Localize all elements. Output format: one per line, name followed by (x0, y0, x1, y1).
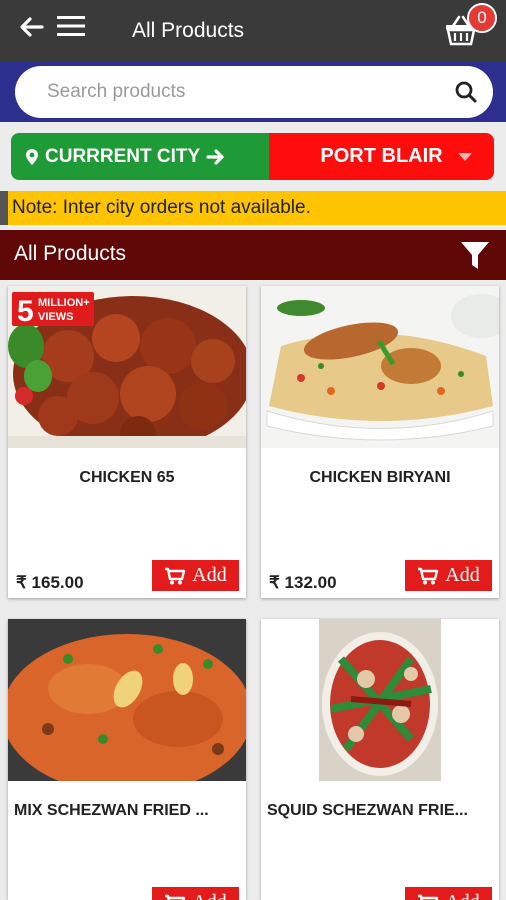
add-to-cart-button[interactable]: Add (405, 560, 492, 591)
notice-banner: Note: Inter city orders not available. (0, 191, 506, 225)
page-title: All Products (132, 19, 245, 42)
add-to-cart-button[interactable]: Add (152, 560, 239, 591)
city-selector: CURRRENT CITY PORT BLAIR (11, 133, 494, 180)
current-city-label: CURRRENT CITY (11, 133, 269, 180)
product-card[interactable]: MIX SCHEZWAN FRIED ... Add (8, 619, 246, 900)
add-button-label: Add (445, 564, 480, 586)
search-bar (0, 62, 506, 122)
search-icon[interactable] (455, 81, 477, 103)
product-name: SQUID SCHEZWAN FRIE... (267, 802, 468, 819)
product-price: ₹ 132.00 (269, 573, 337, 592)
add-to-cart-button[interactable]: Add (405, 887, 492, 900)
section-title: All Products (14, 242, 127, 265)
add-to-cart-button[interactable]: Add (152, 887, 239, 900)
city-dropdown[interactable]: PORT BLAIR (269, 133, 494, 180)
arrow-right-icon (206, 148, 224, 165)
chevron-down-icon (458, 153, 472, 161)
cart-icon (418, 894, 439, 900)
top-bar: All Products 0 (0, 0, 506, 62)
cart-icon (165, 567, 186, 584)
search-input[interactable] (47, 79, 427, 105)
product-name: MIX SCHEZWAN FRIED ... (14, 802, 209, 819)
add-button-label: Add (192, 891, 226, 900)
product-card[interactable]: 5 MILLION+ VIEWS CHICKEN 65 ₹ 165.00 Add (8, 286, 246, 598)
product-name: CHICKEN BIRYANI (309, 469, 451, 486)
product-image (8, 619, 246, 781)
views-badge-views: VIEWS (38, 311, 73, 323)
views-badge-number: 5 (17, 295, 34, 326)
back-arrow-icon[interactable] (18, 14, 44, 40)
map-marker-icon (26, 148, 38, 165)
views-badge-million: MILLION+ (38, 297, 90, 309)
product-card[interactable]: CHICKEN BIRYANI ₹ 132.00 Add (261, 286, 499, 598)
product-name: CHICKEN 65 (79, 469, 175, 486)
add-button-label: Add (192, 564, 227, 586)
product-image (261, 619, 499, 781)
add-button-label: Add (445, 891, 479, 900)
cart-icon (418, 567, 439, 584)
section-header: All Products (0, 230, 506, 280)
product-card[interactable]: SQUID SCHEZWAN FRIE... Add (261, 619, 499, 900)
hamburger-menu-icon[interactable] (56, 14, 86, 38)
cart-count-badge: 0 (467, 3, 497, 33)
current-city-text: CURRRENT CITY (45, 145, 201, 167)
city-dropdown-value: PORT BLAIR (320, 145, 443, 167)
views-badge: 5 MILLION+ VIEWS (12, 292, 94, 326)
product-image (261, 286, 499, 448)
product-grid: 5 MILLION+ VIEWS CHICKEN 65 ₹ 165.00 Add (0, 280, 506, 900)
product-price: ₹ 165.00 (16, 573, 84, 592)
cart-icon (165, 894, 186, 900)
search-box (15, 66, 493, 118)
filter-icon[interactable] (460, 240, 490, 272)
